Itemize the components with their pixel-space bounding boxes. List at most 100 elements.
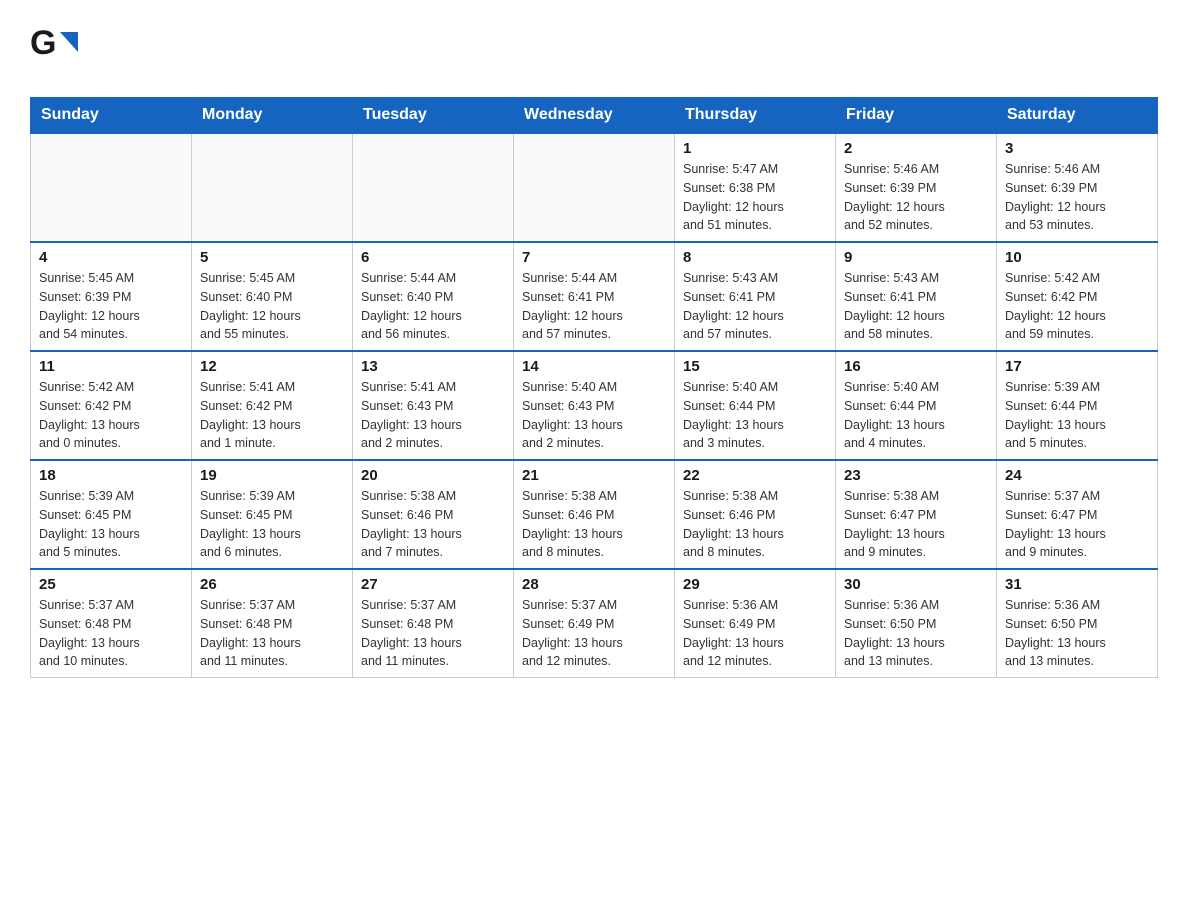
day-info: Sunrise: 5:36 AMSunset: 6:50 PMDaylight:… [844,596,988,671]
day-number: 19 [200,467,344,484]
calendar-cell: 17Sunrise: 5:39 AMSunset: 6:44 PMDayligh… [997,351,1158,460]
calendar-cell: 18 Sunrise: 5:39 AMSunset: 6:45 PMDayligh… [31,460,192,569]
calendar-cell: 3Sunrise: 5:46 AMSunset: 6:39 PMDaylight… [997,133,1158,242]
calendar-cell: 13 Sunrise: 5:41 AMSunset: 6:43 PMDayligh… [353,351,514,460]
calendar-cell: 23Sunrise: 5:38 AMSunset: 6:47 PMDayligh… [836,460,997,569]
calendar-cell: 20Sunrise: 5:38 AMSunset: 6:46 PMDayligh… [353,460,514,569]
day-info: Sunrise: 5:46 AMSunset: 6:39 PMDaylight:… [844,160,988,235]
calendar-cell: 22 Sunrise: 5:38 AMSunset: 6:46 PMDayligh… [675,460,836,569]
calendar-header-row: SundayMondayTuesdayWednesdayThursdayFrid… [31,98,1158,134]
calendar-cell: 2 Sunrise: 5:46 AMSunset: 6:39 PMDaylight… [836,133,997,242]
calendar-cell: 21 Sunrise: 5:38 AMSunset: 6:46 PMDayligh… [514,460,675,569]
day-number: 2 [844,140,988,157]
day-info: Sunrise: 5:38 AMSunset: 6:46 PMDaylight:… [522,487,666,562]
day-info: Sunrise: 5:39 AMSunset: 6:45 PMDaylight:… [200,487,344,562]
day-number: 5 [200,249,344,266]
day-info: Sunrise: 5:37 AMSunset: 6:48 PMDaylight:… [200,596,344,671]
logo: G [30,20,84,77]
day-info: Sunrise: 5:41 AMSunset: 6:42 PMDaylight:… [200,378,344,453]
calendar-cell: 16Sunrise: 5:40 AMSunset: 6:44 PMDayligh… [836,351,997,460]
day-number: 24 [1005,467,1149,484]
calendar-cell: 4 Sunrise: 5:45 AMSunset: 6:39 PMDaylight… [31,242,192,351]
day-number: 18 [39,467,183,484]
week-row-1: 1Sunrise: 5:47 AMSunset: 6:38 PMDaylight… [31,133,1158,242]
calendar-cell: 10 Sunrise: 5:42 AMSunset: 6:42 PMDayligh… [997,242,1158,351]
day-number: 27 [361,576,505,593]
calendar-cell: 25 Sunrise: 5:37 AMSunset: 6:48 PMDayligh… [31,569,192,678]
day-number: 7 [522,249,666,266]
calendar-cell [192,133,353,242]
day-number: 17 [1005,358,1149,375]
calendar-cell: 26 Sunrise: 5:37 AMSunset: 6:48 PMDayligh… [192,569,353,678]
column-header-thursday: Thursday [675,98,836,134]
day-info: Sunrise: 5:43 AMSunset: 6:41 PMDaylight:… [683,269,827,344]
day-number: 22 [683,467,827,484]
day-number: 28 [522,576,666,593]
day-number: 13 [361,358,505,375]
day-number: 1 [683,140,827,157]
calendar-cell: 6 Sunrise: 5:44 AMSunset: 6:40 PMDaylight… [353,242,514,351]
calendar-cell [31,133,192,242]
day-info: Sunrise: 5:36 AMSunset: 6:50 PMDaylight:… [1005,596,1149,671]
day-number: 4 [39,249,183,266]
calendar-table: SundayMondayTuesdayWednesdayThursdayFrid… [30,97,1158,678]
week-row-5: 25 Sunrise: 5:37 AMSunset: 6:48 PMDayligh… [31,569,1158,678]
day-number: 14 [522,358,666,375]
day-number: 21 [522,467,666,484]
day-info: Sunrise: 5:45 AMSunset: 6:39 PMDaylight:… [39,269,183,344]
day-info: Sunrise: 5:42 AMSunset: 6:42 PMDaylight:… [1005,269,1149,344]
day-number: 30 [844,576,988,593]
calendar-cell: 9Sunrise: 5:43 AMSunset: 6:41 PMDaylight… [836,242,997,351]
day-info: Sunrise: 5:42 AMSunset: 6:42 PMDaylight:… [39,378,183,453]
day-info: Sunrise: 5:44 AMSunset: 6:40 PMDaylight:… [361,269,505,344]
calendar-cell: 8 Sunrise: 5:43 AMSunset: 6:41 PMDaylight… [675,242,836,351]
calendar-cell: 28Sunrise: 5:37 AMSunset: 6:49 PMDayligh… [514,569,675,678]
column-header-sunday: Sunday [31,98,192,134]
day-number: 12 [200,358,344,375]
column-header-wednesday: Wednesday [514,98,675,134]
day-number: 8 [683,249,827,266]
column-header-tuesday: Tuesday [353,98,514,134]
calendar-cell: 12 Sunrise: 5:41 AMSunset: 6:42 PMDayligh… [192,351,353,460]
calendar-cell: 7Sunrise: 5:44 AMSunset: 6:41 PMDaylight… [514,242,675,351]
calendar-cell: 15 Sunrise: 5:40 AMSunset: 6:44 PMDayligh… [675,351,836,460]
day-info: Sunrise: 5:45 AMSunset: 6:40 PMDaylight:… [200,269,344,344]
day-info: Sunrise: 5:37 AMSunset: 6:47 PMDaylight:… [1005,487,1149,562]
day-number: 25 [39,576,183,593]
day-number: 26 [200,576,344,593]
calendar-cell [353,133,514,242]
day-number: 20 [361,467,505,484]
day-number: 3 [1005,140,1149,157]
day-info: Sunrise: 5:40 AMSunset: 6:44 PMDaylight:… [844,378,988,453]
calendar-cell [514,133,675,242]
calendar-cell: 30 Sunrise: 5:36 AMSunset: 6:50 PMDayligh… [836,569,997,678]
day-number: 31 [1005,576,1149,593]
page-header: G [30,20,1158,77]
day-info: Sunrise: 5:37 AMSunset: 6:48 PMDaylight:… [39,596,183,671]
day-info: Sunrise: 5:38 AMSunset: 6:47 PMDaylight:… [844,487,988,562]
calendar-cell: 24 Sunrise: 5:37 AMSunset: 6:47 PMDayligh… [997,460,1158,569]
day-number: 9 [844,249,988,266]
week-row-2: 4 Sunrise: 5:45 AMSunset: 6:39 PMDaylight… [31,242,1158,351]
day-number: 15 [683,358,827,375]
calendar-cell: 5 Sunrise: 5:45 AMSunset: 6:40 PMDaylight… [192,242,353,351]
calendar-cell: 14 Sunrise: 5:40 AMSunset: 6:43 PMDayligh… [514,351,675,460]
day-info: Sunrise: 5:41 AMSunset: 6:43 PMDaylight:… [361,378,505,453]
day-info: Sunrise: 5:37 AMSunset: 6:48 PMDaylight:… [361,596,505,671]
day-info: Sunrise: 5:38 AMSunset: 6:46 PMDaylight:… [683,487,827,562]
day-number: 29 [683,576,827,593]
day-info: Sunrise: 5:40 AMSunset: 6:44 PMDaylight:… [683,378,827,453]
column-header-monday: Monday [192,98,353,134]
column-header-friday: Friday [836,98,997,134]
logo-icon: G [30,20,78,77]
day-number: 10 [1005,249,1149,266]
day-info: Sunrise: 5:40 AMSunset: 6:43 PMDaylight:… [522,378,666,453]
day-number: 11 [39,358,183,375]
column-header-saturday: Saturday [997,98,1158,134]
day-info: Sunrise: 5:39 AMSunset: 6:45 PMDaylight:… [39,487,183,562]
calendar-cell: 29Sunrise: 5:36 AMSunset: 6:49 PMDayligh… [675,569,836,678]
day-number: 6 [361,249,505,266]
calendar-cell: 11 Sunrise: 5:42 AMSunset: 6:42 PMDayligh… [31,351,192,460]
calendar-cell: 31 Sunrise: 5:36 AMSunset: 6:50 PMDayligh… [997,569,1158,678]
svg-text:G: G [30,24,56,62]
